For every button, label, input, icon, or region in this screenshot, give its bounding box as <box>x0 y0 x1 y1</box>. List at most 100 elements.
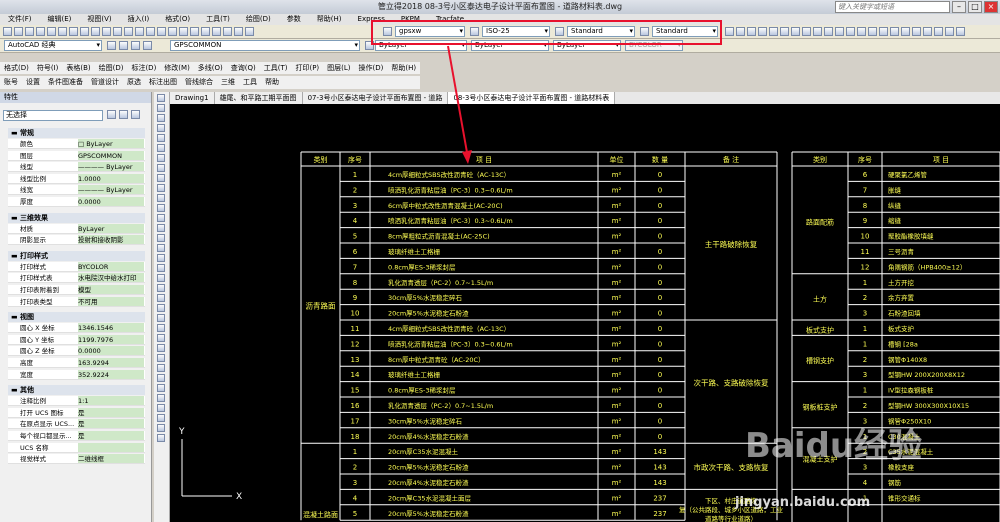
plotstyle-select[interactable]: BYCOLOR <box>625 40 683 51</box>
toggle-pickadd-icon[interactable] <box>107 110 116 119</box>
pipe-menu-integrate[interactable]: 管线综合 <box>181 76 217 89</box>
sheet-set-icon[interactable] <box>212 27 221 36</box>
props-value[interactable]: ByLayer <box>78 223 144 233</box>
props-row[interactable]: 圆心 X 坐标 1346.1546 <box>8 323 145 334</box>
ucs-icon[interactable] <box>824 27 833 36</box>
grid-icon[interactable] <box>769 27 778 36</box>
zoom-icon[interactable] <box>146 27 155 36</box>
menu-edit[interactable]: 编辑(E) <box>40 14 80 25</box>
ortho-icon[interactable] <box>758 27 767 36</box>
markup-icon[interactable] <box>223 27 232 36</box>
props-row[interactable]: 在原点显示 UCS... 是 <box>8 419 145 430</box>
lock-icon[interactable] <box>912 27 921 36</box>
props-section-header[interactable]: ▬ 常规 <box>8 128 145 138</box>
props-value[interactable]: 模型 <box>78 285 144 294</box>
props-row[interactable]: 高度 163.9294 <box>8 358 145 368</box>
plugin-menu-query[interactable]: 查询(Q) <box>227 62 260 74</box>
lwt-icon[interactable] <box>780 27 789 36</box>
props-row[interactable]: UCS 名称 <box>8 442 145 453</box>
arc-icon[interactable] <box>157 144 165 152</box>
props-value[interactable]: ———— ByLayer <box>78 185 144 195</box>
pipe-menu-settings[interactable]: 设置 <box>22 76 44 89</box>
model-icon[interactable] <box>791 27 800 36</box>
point-icon[interactable] <box>157 224 165 232</box>
ellipse-arc-icon[interactable] <box>157 194 165 202</box>
menu-insert[interactable]: 插入(I) <box>120 14 158 25</box>
lineweight-select[interactable]: ByLayer <box>553 40 621 51</box>
pipe-menu-select[interactable]: 原选 <box>123 76 145 89</box>
new-icon[interactable] <box>3 27 12 36</box>
plugin-menu-table[interactable]: 表格(B) <box>62 62 94 74</box>
ws-icon[interactable] <box>901 27 910 36</box>
linetype-select[interactable]: ByLayer <box>471 40 549 51</box>
props-row[interactable]: 圆心 Z 坐标 0.0000 <box>8 346 145 357</box>
layer-prev-icon[interactable] <box>143 41 152 50</box>
polar-icon[interactable] <box>747 27 756 36</box>
sel-icon[interactable] <box>879 27 888 36</box>
copy-obj-icon[interactable] <box>157 294 165 302</box>
props-row[interactable]: 打印表附着到 模型 <box>8 285 145 295</box>
props-row[interactable]: 注释比例 1:1 <box>8 396 145 407</box>
ellipse-icon[interactable] <box>157 184 165 192</box>
match-icon[interactable] <box>102 27 111 36</box>
props-section-header[interactable]: ▬ 三维效果 <box>8 212 145 223</box>
explode-icon[interactable] <box>157 434 165 442</box>
layer-manager-icon[interactable] <box>119 41 128 50</box>
props-value[interactable]: 水电院汉中给水打印 <box>78 273 144 283</box>
menu-help[interactable]: 帮助(H) <box>309 14 350 25</box>
props-row[interactable]: 视觉样式 二维线框 <box>8 454 145 465</box>
table-icon[interactable] <box>157 264 165 272</box>
mtext-icon[interactable] <box>157 274 165 282</box>
workspace-select[interactable]: AutoCAD 经典 <box>4 40 102 51</box>
quick-select-icon[interactable] <box>131 110 140 119</box>
redo-icon[interactable] <box>124 27 133 36</box>
copy-icon[interactable] <box>80 27 89 36</box>
tab-material-table[interactable]: 08-3号小区泰达电子设计平面布置图 - 道路材料表 <box>448 92 616 104</box>
clean-icon[interactable] <box>945 27 954 36</box>
hw-icon[interactable] <box>923 27 932 36</box>
iso-icon[interactable] <box>934 27 943 36</box>
props-section-header[interactable]: ▬ 打印样式 <box>8 250 145 261</box>
props-row[interactable]: 阴影显示 投射和接收阴影 <box>8 235 145 246</box>
props-value[interactable]: BYCOLOR <box>78 261 144 271</box>
plugin-menu-dim[interactable]: 标注(D) <box>127 62 160 74</box>
join-icon[interactable] <box>157 404 165 412</box>
props-row[interactable]: 圆心 Y 坐标 1199.7976 <box>8 334 145 345</box>
anno-icon[interactable] <box>890 27 899 36</box>
save-icon[interactable] <box>25 27 34 36</box>
mleader-style-icon[interactable] <box>640 27 649 36</box>
props-value[interactable]: 163.9294 <box>78 358 144 367</box>
props-value[interactable]: 1199.7976 <box>78 334 144 344</box>
pipe-menu-prep[interactable]: 条件图准备 <box>44 76 87 89</box>
am-icon[interactable] <box>846 27 855 36</box>
props-value[interactable]: 0.0000 <box>78 346 144 356</box>
pipe-menu-3d[interactable]: 三维 <box>217 76 239 89</box>
insert-block-icon[interactable] <box>157 204 165 212</box>
plugin-menu-draw[interactable]: 绘图(D) <box>95 62 128 74</box>
props-row[interactable]: 颜色 □ ByLayer <box>8 139 145 149</box>
polygon-icon[interactable] <box>157 124 165 132</box>
props-value[interactable]: 1:1 <box>78 396 144 406</box>
layer-select[interactable]: GPSCOMMON <box>170 40 360 51</box>
plugin-menu-format[interactable]: 格式(D) <box>0 62 33 74</box>
props-value[interactable]: ———— ByLayer <box>78 162 144 172</box>
props-row[interactable]: 线宽 ———— ByLayer <box>8 185 145 196</box>
plugin-menu-symbol[interactable]: 符号(I) <box>33 62 63 74</box>
calc-icon[interactable] <box>234 27 243 36</box>
scale-icon[interactable] <box>157 354 165 362</box>
chamfer-icon[interactable] <box>157 414 165 422</box>
props-row[interactable]: 厚度 0.0000 <box>8 197 145 207</box>
props-row[interactable]: 图层 GPSCOMMON <box>8 150 145 161</box>
pan-icon[interactable] <box>135 27 144 36</box>
props-value[interactable] <box>78 442 144 452</box>
props-value[interactable]: 1346.1546 <box>78 323 144 333</box>
props-row[interactable]: 宽度 352.9224 <box>8 369 145 380</box>
snap-icon[interactable] <box>725 27 734 36</box>
fillet-icon[interactable] <box>157 424 165 432</box>
trim-icon[interactable] <box>157 374 165 382</box>
extend-icon[interactable] <box>157 384 165 392</box>
props-row[interactable]: 打开 UCS 图标 是 <box>8 407 145 418</box>
cut-icon[interactable] <box>69 27 78 36</box>
menu-file[interactable]: 文件(F) <box>0 14 40 25</box>
mleader-style-select[interactable]: Standard <box>652 26 718 37</box>
